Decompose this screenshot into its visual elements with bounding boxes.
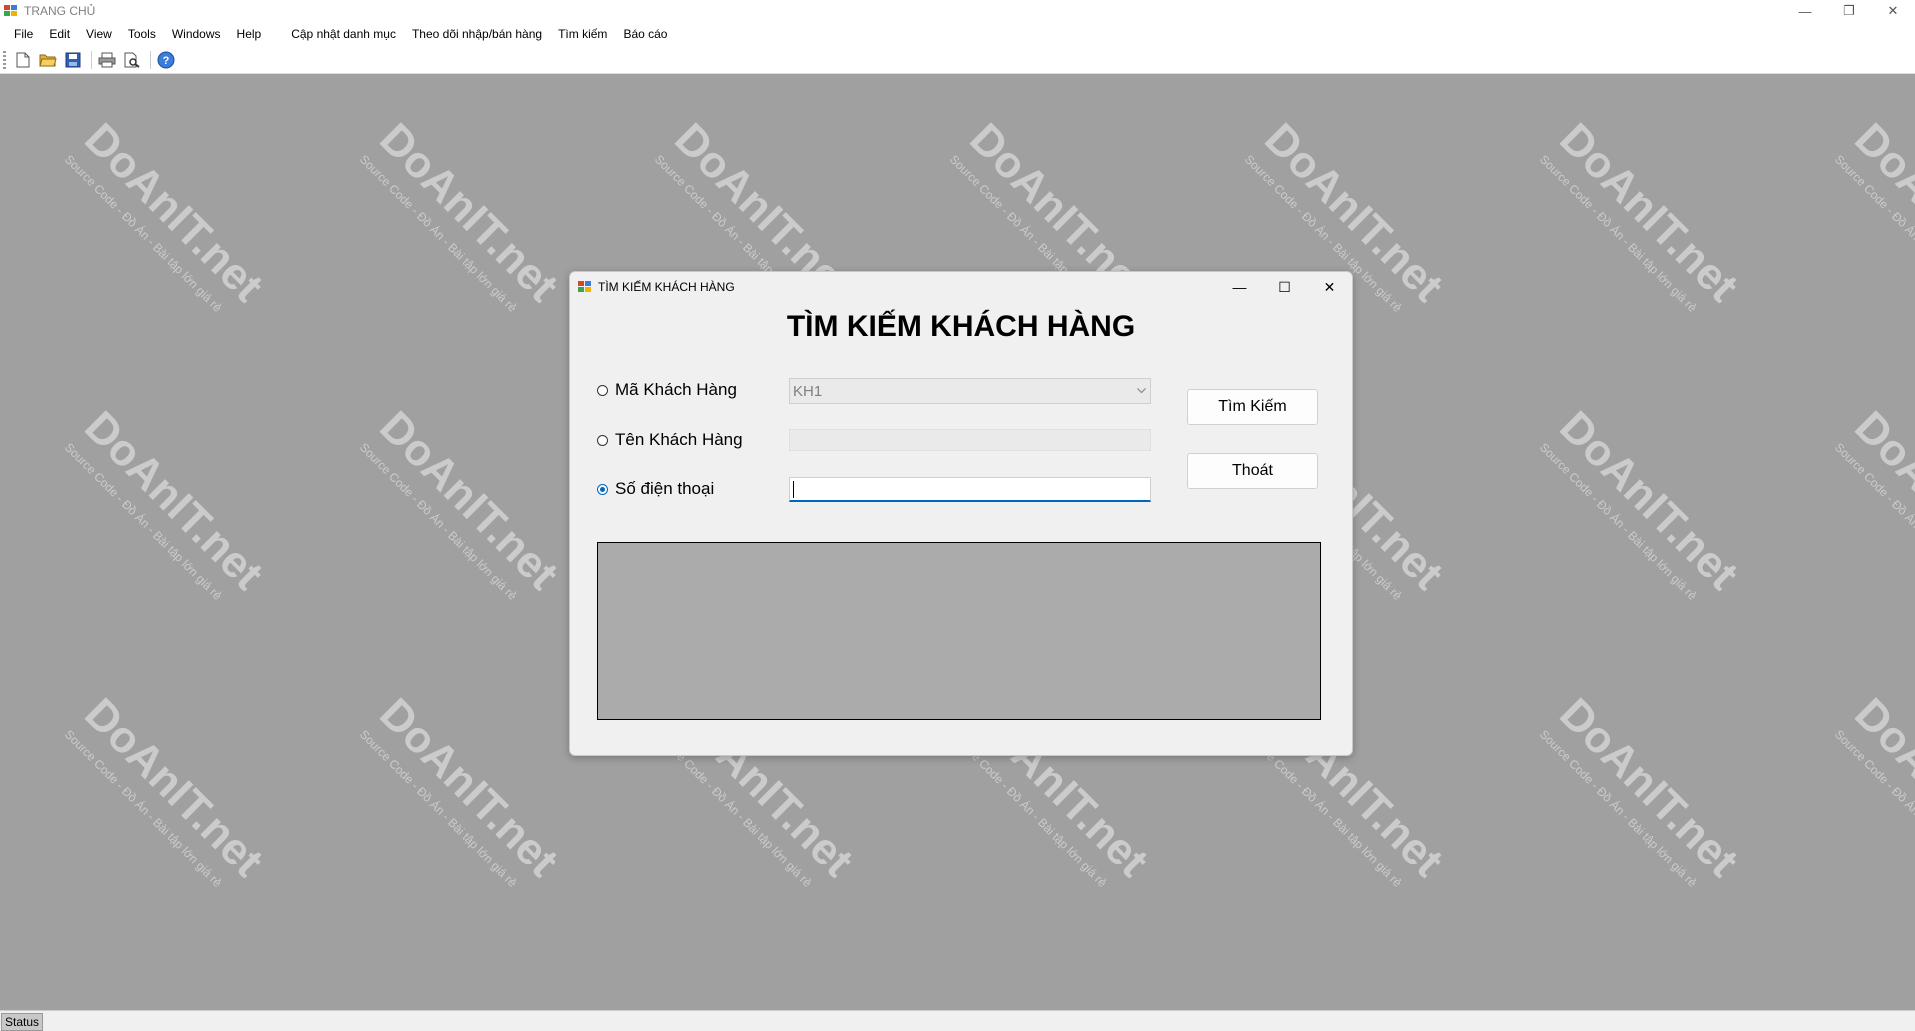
menu-help[interactable]: Help [229,22,270,46]
menu-reports[interactable]: Báo cáo [615,22,675,46]
option-customer-name[interactable]: Tên Khách Hàng [597,430,743,450]
menu-file[interactable]: File [6,22,41,46]
restore-button[interactable]: ❐ [1827,0,1871,22]
app-icon [4,5,18,17]
watermark: DoAnIT.netSource Code - Đồ Án - Bài tập … [356,402,568,603]
close-button[interactable]: ✕ [1871,0,1915,22]
window-title: TRANG CHỦ [24,4,96,18]
watermark: DoAnIT.netSource Code - Đồ Án - Bài tập … [1536,402,1748,603]
watermark: DoAnIT.netSource Code - Đồ Án - Bài tập … [1831,114,1915,315]
chevron-down-icon[interactable] [1132,379,1150,403]
results-grid[interactable] [597,542,1321,720]
watermark: DoAnIT.netSource Code - Đồ Án - Bài tập … [1831,689,1915,890]
dialog-heading: TÌM KIẾM KHÁCH HÀNG [786,310,1136,343]
watermark: DoAnIT.netSource Code - Đồ Án - Bài tập … [61,114,273,315]
watermark: DoAnIT.netSource Code - Đồ Án - Bài tập … [1536,689,1748,890]
exit-button[interactable]: Thoát [1187,453,1318,489]
option-customer-code-label: Mã Khách Hàng [615,380,737,399]
menu-edit[interactable]: Edit [41,22,78,46]
phone-input[interactable] [789,477,1151,502]
print-icon[interactable] [96,49,118,71]
new-icon[interactable] [12,49,34,71]
minimize-button[interactable]: — [1783,0,1827,22]
search-button[interactable]: Tìm Kiếm [1187,389,1318,425]
watermark: DoAnIT.netSource Code - Đồ Án - Bài tập … [356,689,568,890]
menu-update-catalog[interactable]: Cập nhật danh mục [283,22,404,46]
dialog-title: TÌM KIẾM KHÁCH HÀNG [598,280,735,294]
main-window-titlebar[interactable]: TRANG CHỦ — ❐ ✕ [0,0,1915,22]
toolbar-grip[interactable] [3,50,6,69]
help-icon[interactable]: ? [155,49,177,71]
customer-code-combobox[interactable]: KH1 [789,378,1151,404]
customer-name-input[interactable] [789,429,1151,451]
dialog-close-button[interactable]: ✕ [1307,272,1352,302]
menu-tools[interactable]: Tools [120,22,164,46]
search-customer-dialog: TÌM KIẾM KHÁCH HÀNG — ☐ ✕ TÌM KIẾM KHÁCH… [569,271,1353,756]
watermark: DoAnIT.netSource Code - Đồ Án - Bài tập … [1831,402,1915,603]
dialog-maximize-button[interactable]: ☐ [1262,272,1307,302]
print-preview-icon[interactable] [121,49,143,71]
option-customer-code[interactable]: Mã Khách Hàng [597,380,737,400]
svg-text:?: ? [163,55,170,67]
option-customer-name-label: Tên Khách Hàng [615,430,743,449]
watermark: DoAnIT.netSource Code - Đồ Án - Bài tập … [356,114,568,315]
text-caret [793,481,794,498]
statusbar: Status [0,1010,1915,1031]
menu-track-import-sales[interactable]: Theo dõi nhập/bán hàng [404,22,550,46]
watermark: DoAnIT.netSource Code - Đồ Án - Bài tập … [61,402,273,603]
dialog-app-icon [578,281,592,293]
menu-search[interactable]: Tìm kiếm [550,22,615,46]
radio-phone[interactable] [597,483,608,495]
dialog-minimize-button[interactable]: — [1217,272,1262,302]
menu-view[interactable]: View [78,22,120,46]
option-phone[interactable]: Số điện thoại [597,479,714,499]
watermark: DoAnIT.netSource Code - Đồ Án - Bài tập … [1536,114,1748,315]
open-folder-icon[interactable] [37,49,59,71]
customer-code-value: KH1 [793,382,823,400]
menu-windows[interactable]: Windows [164,22,229,46]
status-label: Status [1,1013,44,1031]
dialog-titlebar[interactable]: TÌM KIẾM KHÁCH HÀNG — ☐ ✕ [570,272,1352,302]
toolbar: ? [0,46,1915,74]
radio-customer-code[interactable] [597,384,608,396]
save-icon[interactable] [62,49,84,71]
option-phone-label: Số điện thoại [615,479,715,498]
watermark: DoAnIT.netSource Code - Đồ Án - Bài tập … [61,689,273,890]
menubar: File Edit View Tools Windows Help Cập nh… [0,22,1915,46]
radio-customer-name[interactable] [597,434,608,446]
